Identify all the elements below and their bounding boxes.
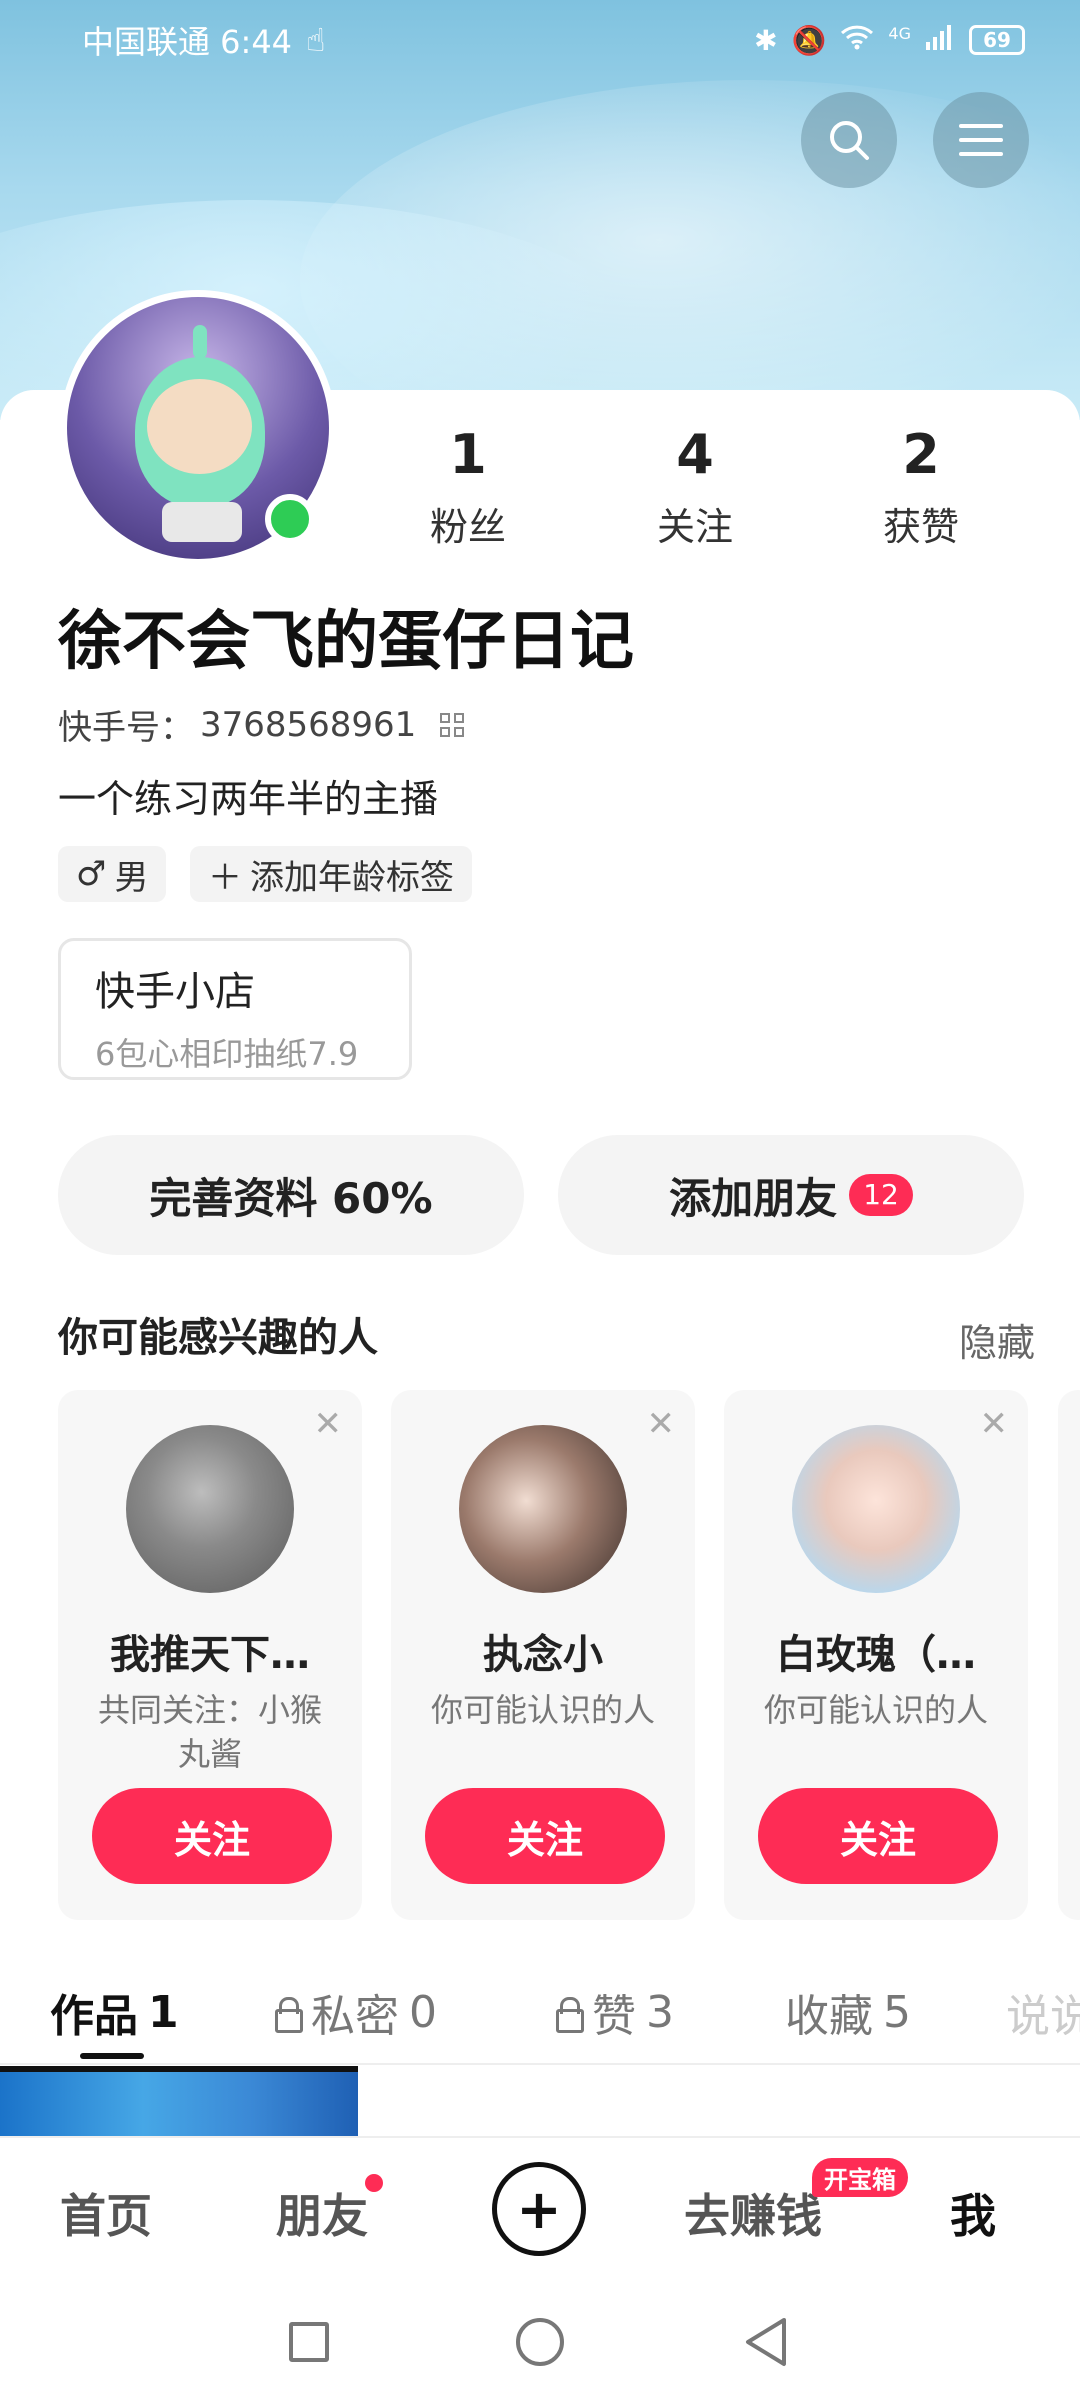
search-icon bbox=[830, 121, 869, 160]
online-status-dot bbox=[265, 494, 315, 544]
hide-recommend-button[interactable]: 隐藏 bbox=[959, 1312, 1035, 1367]
close-icon[interactable]: ✕ bbox=[647, 1404, 676, 1444]
treasure-badge: 开宝箱 bbox=[812, 2158, 908, 2197]
signal-icon bbox=[925, 24, 955, 57]
shop-subtitle: 6包心相印抽纸7.9 bbox=[95, 1035, 359, 1073]
recent-apps-icon[interactable] bbox=[289, 2322, 329, 2362]
complete-profile-button[interactable]: 完善资料 60% bbox=[58, 1135, 524, 1255]
recommend-section-title: 你可能感兴趣的人 bbox=[58, 1315, 378, 1361]
recommend-avatar[interactable] bbox=[126, 1425, 294, 1593]
search-button[interactable] bbox=[801, 92, 897, 188]
add-age-tag-label: 添加年龄标签 bbox=[250, 857, 454, 898]
recommend-name: 白玫瑰（… bbox=[776, 1632, 976, 1678]
tab-count: 3 bbox=[646, 1986, 674, 2038]
nav-me[interactable]: 我 bbox=[950, 2180, 996, 2246]
shop-title: 快手小店 bbox=[95, 969, 255, 1015]
fans-count: 1 bbox=[449, 423, 487, 486]
add-friends-button[interactable]: 添加朋友 12 bbox=[558, 1135, 1024, 1255]
nav-friends[interactable]: 朋友 bbox=[276, 2180, 368, 2246]
bio: 一个练习两年半的主播 bbox=[58, 777, 439, 821]
male-icon: ♂ bbox=[76, 854, 107, 894]
following-label: 关注 bbox=[656, 505, 733, 549]
plus-icon: ＋ bbox=[208, 857, 242, 898]
add-age-tag-button[interactable]: ＋ 添加年龄标签 bbox=[190, 846, 472, 902]
follow-button[interactable]: 关注 bbox=[758, 1788, 998, 1884]
friends-notification-dot bbox=[365, 2174, 383, 2192]
status-bar: 中国联通 6:44 ☝ ✱ 🔕 4G 69 bbox=[0, 0, 1080, 80]
follow-button[interactable]: 关注 bbox=[425, 1788, 665, 1884]
add-friends-label: 添加朋友 bbox=[669, 1173, 838, 1223]
status-carrier-time: 中国联通 6:44 bbox=[82, 23, 293, 61]
touch-icon: ☝ bbox=[306, 21, 326, 59]
nav-earn[interactable]: 去赚钱 bbox=[684, 2180, 822, 2246]
user-id: 快手号： 3768568961 bbox=[58, 700, 465, 749]
tab-favorites[interactable]: 收藏 5 bbox=[785, 1980, 911, 2044]
recommend-card[interactable]: ✕ 执念小 你可能认识的人 关注 bbox=[391, 1390, 695, 1920]
tab-private[interactable]: 私密 0 bbox=[275, 1980, 437, 2044]
tab-liked[interactable]: 赞 3 bbox=[556, 1980, 674, 2044]
fans-stat[interactable]: 1 粉丝 bbox=[403, 428, 533, 551]
nickname: 徐不会飞的蛋仔日记 bbox=[58, 605, 634, 679]
network-type: 4G bbox=[888, 23, 911, 43]
lock-icon bbox=[275, 1997, 303, 2033]
create-button[interactable]: + bbox=[492, 2162, 586, 2256]
likes-label: 获赞 bbox=[882, 505, 959, 549]
close-icon[interactable]: ✕ bbox=[314, 1404, 343, 1444]
uid-value: 3768568961 bbox=[200, 704, 417, 745]
shop-card[interactable]: 快手小店 6包心相印抽纸7.9 bbox=[58, 938, 412, 1080]
uid-label: 快手号： bbox=[58, 708, 194, 748]
nav-home[interactable]: 首页 bbox=[60, 2180, 152, 2246]
back-icon[interactable] bbox=[742, 2316, 788, 2372]
lock-icon bbox=[556, 1997, 584, 2033]
tab-label: 说说 bbox=[1006, 1991, 1080, 2042]
complete-profile-label: 完善资料 60% bbox=[149, 1173, 433, 1223]
following-count: 4 bbox=[676, 423, 714, 486]
recommend-card[interactable]: ✕ 我推天下… 共同关注：小猴丸酱 关注 bbox=[58, 1390, 362, 1920]
work-thumbnail[interactable] bbox=[0, 2066, 358, 2136]
recommend-avatar[interactable] bbox=[792, 1425, 960, 1593]
plus-icon: + bbox=[516, 2177, 562, 2241]
recommend-desc: 你可能认识的人 bbox=[430, 1691, 655, 1729]
battery-icon: 69 bbox=[969, 25, 1025, 55]
tab-divider bbox=[0, 2063, 1080, 2065]
menu-icon bbox=[959, 124, 1003, 156]
recommend-name: 执念小 bbox=[483, 1632, 603, 1678]
add-friends-badge: 12 bbox=[849, 1174, 913, 1216]
tab-label: 私密 bbox=[311, 1991, 399, 2042]
tab-label: 收藏 bbox=[785, 1991, 873, 2042]
tab-label: 作品 bbox=[50, 1991, 138, 2042]
tab-works[interactable]: 作品 1 bbox=[50, 1980, 179, 2044]
tab-count: 1 bbox=[148, 1986, 179, 2038]
tab-count: 5 bbox=[883, 1986, 911, 2038]
home-icon[interactable] bbox=[516, 2318, 564, 2366]
tab-moments[interactable]: 说说 bbox=[1006, 1980, 1080, 2044]
menu-button[interactable] bbox=[933, 92, 1029, 188]
recommend-card-partial[interactable] bbox=[1058, 1390, 1080, 1920]
mute-bell-icon: 🔕 bbox=[791, 23, 827, 57]
close-icon[interactable]: ✕ bbox=[980, 1404, 1009, 1444]
recommend-card[interactable]: ✕ 白玫瑰（… 你可能认识的人 关注 bbox=[724, 1390, 1028, 1920]
recommend-name: 我推天下… bbox=[110, 1632, 310, 1678]
gender-label: 男 bbox=[114, 857, 149, 898]
recommend-desc: 你可能认识的人 bbox=[763, 1691, 988, 1729]
tab-count: 0 bbox=[409, 1986, 437, 2038]
follow-button[interactable]: 关注 bbox=[92, 1788, 332, 1884]
fans-label: 粉丝 bbox=[429, 505, 506, 549]
gender-tag[interactable]: ♂ 男 bbox=[58, 846, 167, 902]
active-tab-indicator bbox=[80, 2053, 144, 2059]
likes-count: 2 bbox=[902, 423, 940, 486]
likes-stat[interactable]: 2 获赞 bbox=[856, 428, 986, 551]
wifi-icon bbox=[840, 24, 874, 57]
recommend-avatar[interactable] bbox=[459, 1425, 627, 1593]
following-stat[interactable]: 4 关注 bbox=[630, 428, 760, 551]
recommend-desc: 共同关注：小猴丸酱 bbox=[97, 1691, 322, 1773]
qr-code-icon[interactable] bbox=[440, 712, 465, 737]
tab-label: 赞 bbox=[592, 1991, 636, 2042]
bluetooth-icon: ✱ bbox=[754, 23, 778, 57]
